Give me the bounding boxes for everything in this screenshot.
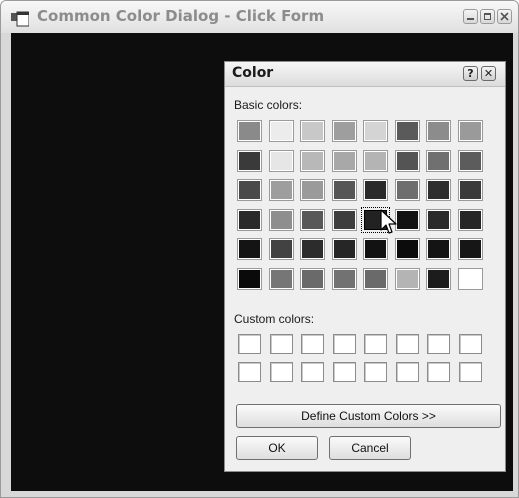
basic-color-swatch[interactable]	[331, 120, 357, 142]
basic-color-swatch[interactable]	[331, 149, 357, 172]
custom-color-swatch[interactable]	[332, 334, 356, 354]
custom-color-swatch[interactable]	[458, 334, 482, 354]
basic-color-swatch[interactable]	[363, 267, 388, 290]
color-dialog: Color ? ✕ Basic colors: Custom colors: D…	[224, 61, 506, 472]
dialog-title-bar[interactable]: Color ? ✕	[225, 62, 505, 87]
basic-color-swatch[interactable]	[268, 120, 294, 142]
basic-color-swatch[interactable]	[363, 149, 388, 172]
basic-color-swatch[interactable]	[300, 120, 325, 142]
basic-color-swatch[interactable]	[237, 120, 262, 142]
basic-color-swatch[interactable]	[457, 120, 483, 142]
minimize-button[interactable]	[463, 9, 478, 24]
custom-color-swatch[interactable]	[301, 334, 324, 354]
basic-color-swatch[interactable]	[237, 238, 262, 260]
basic-color-swatch[interactable]	[394, 120, 420, 142]
mouse-pointer-icon	[380, 209, 397, 234]
basic-color-swatch[interactable]	[394, 238, 420, 260]
custom-color-swatch[interactable]	[238, 334, 261, 354]
basic-color-swatch[interactable]	[363, 238, 388, 260]
custom-color-swatch[interactable]	[332, 362, 356, 382]
custom-color-swatch[interactable]	[364, 334, 387, 354]
basic-color-swatch[interactable]	[331, 179, 357, 201]
basic-color-swatch[interactable]	[268, 149, 294, 172]
minimize-icon	[467, 18, 474, 20]
help-button[interactable]: ?	[463, 66, 478, 81]
basic-color-swatch[interactable]	[457, 208, 483, 231]
basic-color-swatch[interactable]	[426, 238, 451, 260]
close-button[interactable]	[497, 9, 512, 24]
title-bar[interactable]: Common Color Dialog - Click Form	[1, 1, 518, 33]
basic-color-swatch[interactable]	[268, 179, 294, 201]
basic-color-swatch[interactable]	[300, 267, 325, 290]
cancel-button[interactable]: Cancel	[329, 436, 411, 460]
custom-color-swatch[interactable]	[395, 334, 419, 354]
basic-color-swatch[interactable]	[426, 120, 451, 142]
basic-color-swatch[interactable]	[457, 267, 483, 290]
close-icon	[500, 12, 509, 21]
basic-color-swatch[interactable]	[394, 267, 420, 290]
basic-color-swatch[interactable]	[426, 267, 451, 290]
basic-color-swatch[interactable]	[237, 179, 262, 201]
basic-color-swatch[interactable]	[363, 120, 388, 142]
custom-color-swatch[interactable]	[395, 362, 419, 382]
app-window-icon	[11, 11, 29, 27]
custom-color-swatch[interactable]	[269, 362, 293, 382]
basic-color-swatch[interactable]	[457, 149, 483, 172]
basic-color-swatch[interactable]	[331, 267, 357, 290]
custom-color-swatch[interactable]	[269, 334, 293, 354]
basic-color-swatch[interactable]	[426, 179, 451, 201]
basic-color-swatch[interactable]	[268, 267, 294, 290]
dialog-title: Color	[232, 65, 274, 81]
basic-color-swatch[interactable]	[237, 149, 262, 172]
basic-color-swatch[interactable]	[394, 208, 420, 231]
basic-color-swatch[interactable]	[300, 149, 325, 172]
custom-color-swatch[interactable]	[364, 362, 387, 382]
basic-color-swatch[interactable]	[457, 179, 483, 201]
custom-colors-label: Custom colors:	[234, 312, 315, 326]
basic-color-swatch[interactable]	[300, 238, 325, 260]
basic-color-swatch[interactable]	[426, 208, 451, 231]
basic-color-swatch[interactable]	[394, 179, 420, 201]
basic-color-swatch[interactable]	[426, 149, 451, 172]
basic-color-swatch[interactable]	[237, 267, 262, 290]
dialog-close-button[interactable]: ✕	[481, 66, 496, 81]
basic-color-swatch[interactable]	[268, 208, 294, 231]
basic-color-swatch[interactable]	[331, 238, 357, 260]
basic-color-swatch[interactable]	[331, 208, 357, 231]
basic-color-swatch[interactable]	[300, 208, 325, 231]
basic-color-swatch[interactable]	[237, 208, 262, 231]
basic-color-swatch[interactable]	[457, 238, 483, 260]
custom-color-swatch[interactable]	[427, 362, 450, 382]
basic-color-swatch[interactable]	[363, 179, 388, 201]
basic-color-swatch[interactable]	[394, 149, 420, 172]
custom-color-swatch[interactable]	[301, 362, 324, 382]
custom-color-swatch[interactable]	[238, 362, 261, 382]
basic-color-swatch[interactable]	[268, 238, 294, 260]
maximize-button[interactable]	[480, 9, 495, 24]
ok-button[interactable]: OK	[236, 436, 318, 460]
maximize-icon	[484, 13, 491, 20]
define-custom-colors-button[interactable]: Define Custom Colors >>	[236, 404, 501, 428]
window-title: Common Color Dialog - Click Form	[37, 7, 325, 25]
custom-color-swatch[interactable]	[458, 362, 482, 382]
custom-color-swatch[interactable]	[427, 334, 450, 354]
basic-color-swatch[interactable]	[300, 179, 325, 201]
basic-colors-label: Basic colors:	[234, 98, 303, 112]
